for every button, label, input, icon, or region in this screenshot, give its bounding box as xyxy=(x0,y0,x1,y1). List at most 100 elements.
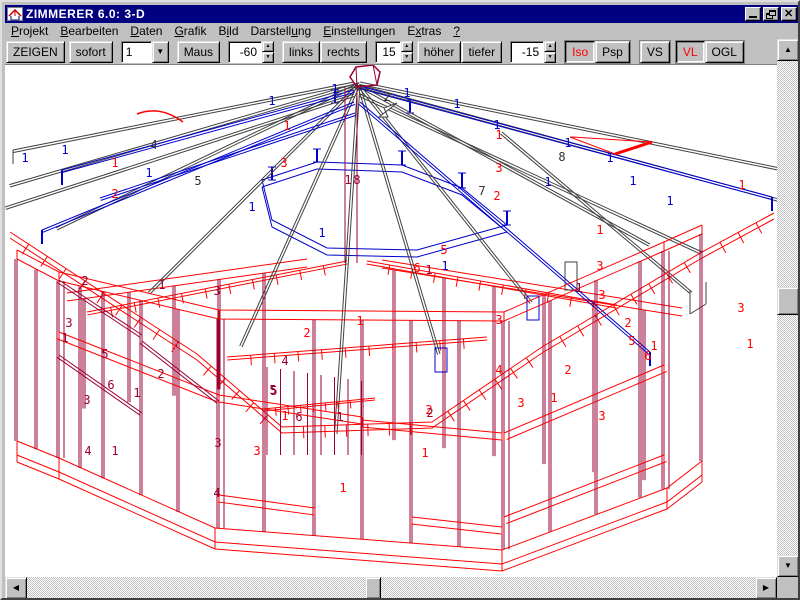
member-number-label: 1 xyxy=(336,410,343,424)
minimize-button[interactable] xyxy=(745,7,761,21)
psp-toggle-button[interactable]: Psp xyxy=(595,41,630,63)
member-number-label: 8 xyxy=(558,150,565,164)
rotate-spinner[interactable]: -60 ▲ ▼ xyxy=(228,41,274,63)
height-spin-down-button[interactable]: ▼ xyxy=(401,52,413,63)
member-number-label: 3 xyxy=(214,436,221,450)
tilt-spinner-value[interactable]: -15 xyxy=(510,41,544,63)
view-select-dropdown-button[interactable]: ▼ xyxy=(152,41,169,63)
ogl-toggle-button[interactable]: OGL xyxy=(705,41,744,63)
member-number-label: 6 xyxy=(413,261,420,275)
menu-item-?[interactable]: ? xyxy=(447,23,466,39)
drawing-canvas[interactable]: 1111111111111111452871213312131133251634… xyxy=(5,65,777,577)
scrollbar-corner xyxy=(777,577,799,599)
member-number-label: 1 xyxy=(356,314,363,328)
menu-item-daten[interactable]: Daten xyxy=(124,23,168,39)
tilt-spin-up-button[interactable]: ▲ xyxy=(544,41,556,52)
menu-item-grafik[interactable]: Grafik xyxy=(168,23,212,39)
scroll-right-button[interactable]: ▶ xyxy=(755,577,777,599)
menu-item-einstellungen[interactable]: Einstellungen xyxy=(317,23,401,39)
vl-toggle-button[interactable]: VL xyxy=(676,41,705,63)
member-number-label: 3 xyxy=(83,393,90,407)
member-number-label: 6 xyxy=(295,410,302,424)
member-number-label: 1 xyxy=(564,136,571,150)
member-number-label: 3 xyxy=(253,444,260,458)
member-number-label: 1 xyxy=(318,226,325,240)
zeigen-button[interactable]: ZEIGEN xyxy=(6,41,65,63)
title-bar[interactable]: ZIMMERER 6.0: 3-D ✕ xyxy=(5,5,799,23)
member-number-label: 2 xyxy=(303,326,310,340)
height-spin-up-button[interactable]: ▲ xyxy=(401,41,413,52)
member-number-label: 1 xyxy=(248,200,255,214)
member-number-label: 1 xyxy=(746,337,753,351)
member-number-label: 1 xyxy=(596,223,603,237)
member-number-label: 2 xyxy=(426,406,433,420)
app-window: ZIMMERER 6.0: 3-D ✕ ProjektBearbeitenDat… xyxy=(0,0,800,600)
maus-button[interactable]: Maus xyxy=(177,41,220,63)
view-select[interactable]: 1 ▼ xyxy=(121,41,169,63)
menu-item-extras[interactable]: Extras xyxy=(401,23,447,39)
spin-up-icon: ▲ xyxy=(266,42,271,50)
height-spinner[interactable]: 15 ▲ ▼ xyxy=(375,41,413,63)
member-number-label: 1 xyxy=(425,263,432,277)
scroll-up-button[interactable]: ▲ xyxy=(777,39,799,61)
member-number-label: 5 xyxy=(440,243,447,257)
links-button[interactable]: links xyxy=(282,41,320,63)
member-number-label: 2 xyxy=(564,363,571,377)
hoeher-button[interactable]: höher xyxy=(417,41,462,63)
member-number-label: 1 xyxy=(403,86,410,100)
scroll-down-button[interactable]: ▼ xyxy=(777,555,799,577)
member-number-label: 2 xyxy=(383,90,390,104)
scroll-up-icon: ▲ xyxy=(784,46,792,54)
iso-toggle-button[interactable]: Iso xyxy=(565,41,595,63)
window-title: ZIMMERER 6.0: 3-D xyxy=(26,7,745,21)
member-number-label: 1 xyxy=(133,386,140,400)
vs-toggle-button[interactable]: VS xyxy=(640,41,670,63)
vertical-scrollbar[interactable]: ▲ ▼ xyxy=(777,39,799,577)
scroll-left-button[interactable]: ◀ xyxy=(5,577,27,599)
close-button[interactable]: ✕ xyxy=(781,7,797,21)
member-number-label: 3 xyxy=(213,284,220,298)
gazebo-wireframe-drawing: 1111111111111111452871213312131133251634… xyxy=(5,65,777,577)
member-number-label: 1 xyxy=(61,143,68,157)
horizontal-scroll-thumb[interactable] xyxy=(365,577,381,599)
sofort-button[interactable]: sofort xyxy=(69,41,113,63)
view-select-value[interactable]: 1 xyxy=(121,41,152,63)
member-number-label: 1 xyxy=(738,178,745,192)
member-number-label: 1 xyxy=(421,446,428,460)
restore-button[interactable] xyxy=(763,7,779,21)
member-number-label: 4 xyxy=(213,486,220,500)
member-number-label: 1 xyxy=(268,94,275,108)
member-number-label: 1 xyxy=(158,278,165,292)
tilt-spinner[interactable]: -15 ▲ ▼ xyxy=(510,41,556,63)
member-number-label: 1 xyxy=(281,409,288,423)
rotate-spinner-value[interactable]: -60 xyxy=(228,41,262,63)
member-number-label: 2 xyxy=(111,187,118,201)
member-number-label: 1 xyxy=(441,259,448,273)
tilt-spin-down-button[interactable]: ▼ xyxy=(544,52,556,63)
member-number-label: 5 xyxy=(194,174,201,188)
member-number-label: 5 xyxy=(101,347,108,361)
member-number-label: 3 xyxy=(517,396,524,410)
toolbar: ZEIGEN sofort 1 ▼ Maus -60 ▲ ▼ links rec… xyxy=(5,39,777,65)
member-number-label: 4 xyxy=(495,363,502,377)
horizontal-scrollbar[interactable]: ◀ ▶ xyxy=(5,577,777,599)
tiefer-button[interactable]: tiefer xyxy=(461,41,502,63)
member-number-label: 1 xyxy=(145,166,152,180)
member-number-label: 4 xyxy=(84,444,91,458)
menu-item-projekt[interactable]: Projekt xyxy=(5,23,54,39)
height-spinner-value[interactable]: 15 xyxy=(375,41,401,63)
vertical-scroll-thumb[interactable] xyxy=(777,287,799,315)
member-number-label: 2 xyxy=(157,367,164,381)
menu-item-bearbeiten[interactable]: Bearbeiten xyxy=(54,23,124,39)
menu-bar: ProjektBearbeitenDatenGrafikBildDarstell… xyxy=(5,23,799,39)
app-icon[interactable] xyxy=(7,7,23,21)
member-number-label: 4 xyxy=(150,138,157,152)
member-number-label: 3 xyxy=(495,161,502,175)
horizontal-scroll-track[interactable] xyxy=(27,577,755,599)
menu-item-bild[interactable]: Bild xyxy=(212,23,244,39)
menu-item-darstellung[interactable]: Darstellung xyxy=(245,23,318,39)
rotate-spin-up-button[interactable]: ▲ xyxy=(262,41,274,52)
rotate-spin-down-button[interactable]: ▼ xyxy=(262,52,274,63)
member-number-label: 3 xyxy=(598,288,605,302)
rechts-button[interactable]: rechts xyxy=(320,41,367,63)
